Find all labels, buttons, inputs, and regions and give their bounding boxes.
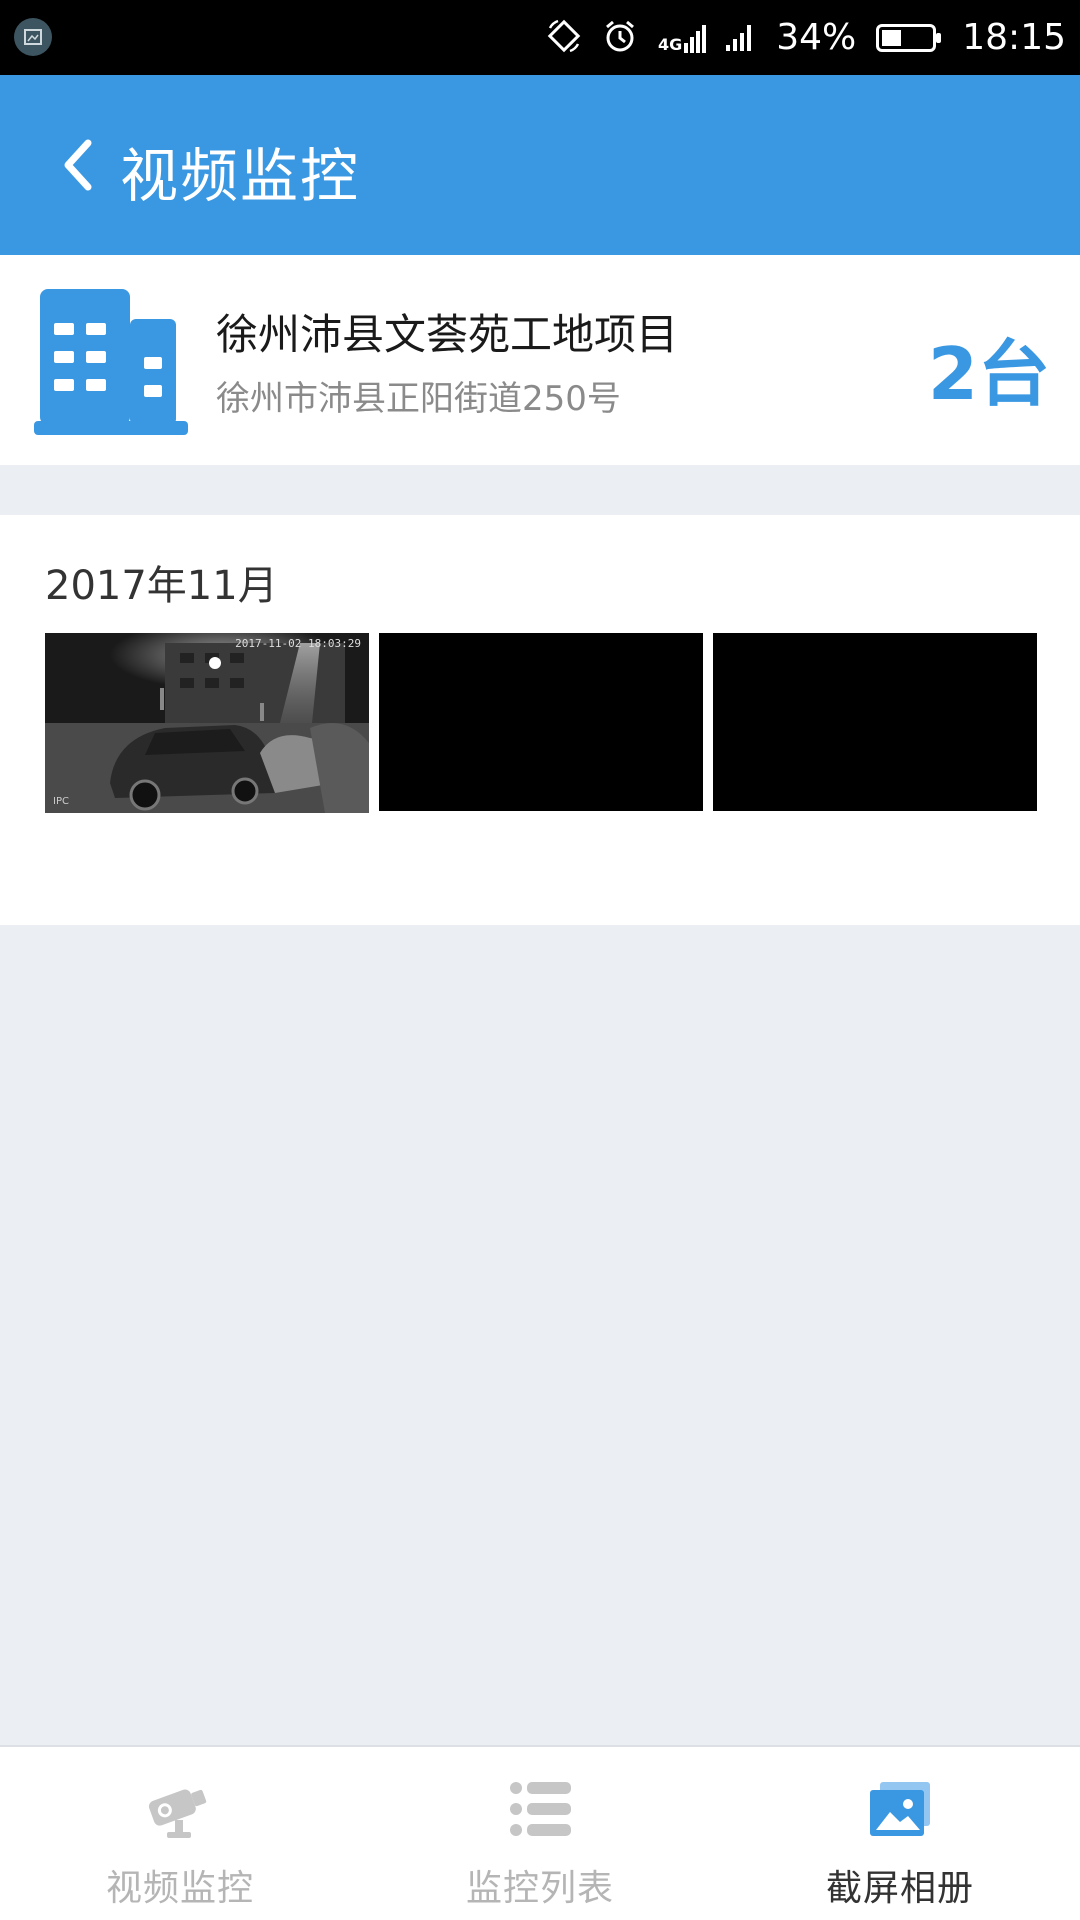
thumbnail-1[interactable]: 2017-11-02 18:03:29 IPC xyxy=(45,633,369,813)
thumbnail-2[interactable] xyxy=(379,633,703,811)
project-card[interactable]: 徐州沛县文荟苑工地项目 徐州市沛县正阳街道250号 2台 xyxy=(0,255,1080,465)
list-icon xyxy=(504,1777,576,1841)
nav-item-video-monitor[interactable]: 视频监控 xyxy=(0,1747,360,1920)
page-title: 视频监控 xyxy=(120,142,361,210)
bottom-nav: 视频监控 监控列表 截屏相册 xyxy=(0,1745,1080,1920)
back-button[interactable] xyxy=(38,125,118,205)
clock: 18:15 xyxy=(962,17,1066,58)
thumbnail-3[interactable] xyxy=(713,633,1037,811)
month-heading: 2017年11月 xyxy=(45,563,278,609)
status-bar: 4G 34% 18:15 xyxy=(0,0,1080,75)
album-icon xyxy=(864,1777,936,1841)
battery-percent: 34% xyxy=(776,17,857,58)
night-snapshot-image xyxy=(45,633,369,813)
thumbnail-label: IPC xyxy=(53,796,69,807)
thumbnail-timestamp: 2017-11-02 18:03:29 xyxy=(235,637,361,650)
project-address: 徐州市沛县正阳街道250号 xyxy=(216,379,621,419)
nav-item-monitor-list[interactable]: 监控列表 xyxy=(360,1747,720,1920)
network-4g-icon: 4G xyxy=(658,23,707,53)
battery-icon xyxy=(876,23,942,52)
nav-label: 视频监控 xyxy=(105,1868,254,1909)
signal-icon xyxy=(726,21,756,55)
nav-label: 监控列表 xyxy=(465,1868,614,1909)
nav-item-screenshot-album[interactable]: 截屏相册 xyxy=(720,1747,1080,1920)
thumbnail-grid: 2017-11-02 18:03:29 IPC xyxy=(45,633,1037,813)
alarm-icon xyxy=(602,18,638,58)
screenshot-album: 2017年11月 2017-11-02 18:03:29 IPC xyxy=(0,515,1080,925)
rotate-icon xyxy=(546,18,582,58)
building-icon xyxy=(34,289,188,435)
nav-label: 截屏相册 xyxy=(825,1868,974,1909)
camera-icon xyxy=(144,1777,216,1841)
app-header: 视频监控 xyxy=(0,75,1080,255)
status-icons: 4G 34% 18:15 xyxy=(546,0,1066,75)
project-name: 徐州沛县文荟苑工地项目 xyxy=(216,310,679,359)
device-count: 2台 xyxy=(927,332,1050,416)
screenshot-icon xyxy=(14,18,52,56)
back-arrow-icon xyxy=(64,139,92,191)
